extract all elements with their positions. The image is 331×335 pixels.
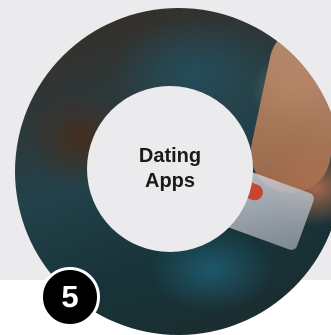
- title-disc[interactable]: Dating Apps: [87, 86, 253, 252]
- card-title: Dating Apps: [138, 145, 202, 192]
- rank-badge: 5: [40, 267, 100, 327]
